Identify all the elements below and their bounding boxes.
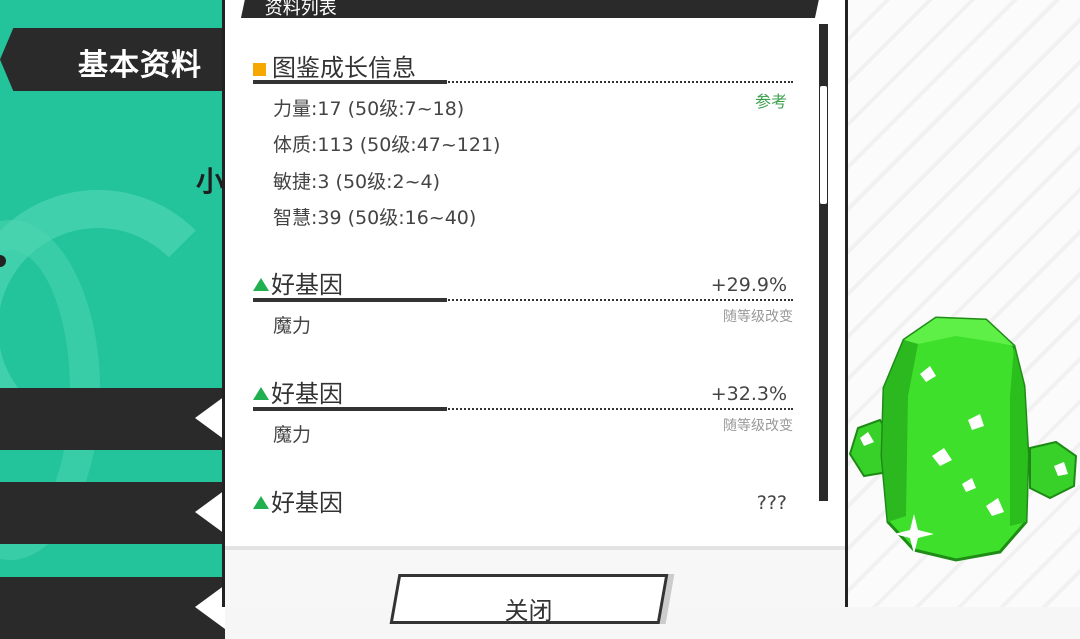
- tab-basic-info[interactable]: 基本资料: [0, 28, 222, 91]
- scrollbar-thumb[interactable]: [820, 86, 827, 204]
- gene-note: 随等级改变: [723, 309, 793, 325]
- sidebar-tab[interactable]: [0, 388, 225, 450]
- gene-label: 好基因: [271, 489, 343, 517]
- gene-value: +29.9%: [710, 274, 787, 296]
- stat-wisdom: 智慧:39 (50级:16~40): [273, 207, 477, 229]
- pointer-arrow-icon: [195, 396, 225, 440]
- gene-title: 好基因: [253, 265, 343, 300]
- close-button-label: 关闭: [504, 597, 553, 625]
- growth-section-title: 图鉴成长信息: [253, 48, 416, 83]
- stat-agility: 敏捷:3 (50级:2~4): [273, 171, 441, 193]
- gene-note: 随等级改变: [723, 418, 793, 434]
- info-panel: 资料列表 图鉴成长信息 参考 力量:17 (50级:7~18) 体质:113 (…: [222, 0, 848, 607]
- up-arrow-icon: [253, 278, 269, 291]
- pointer-arrow-icon: [195, 490, 225, 534]
- gene-label: 好基因: [271, 380, 343, 408]
- panel-header: 资料列表: [240, 0, 824, 19]
- cactus-character-image: [848, 316, 1078, 562]
- up-arrow-icon: [253, 387, 269, 400]
- stat-constitution: 体质:113 (50级:47~121): [273, 134, 501, 156]
- stat-strength: 力量:17 (50级:7~18): [273, 98, 465, 120]
- sidebar-tab[interactable]: [0, 577, 225, 639]
- section-divider: [253, 298, 793, 302]
- section-divider: [253, 407, 793, 411]
- sidebar-tab[interactable]: [0, 482, 225, 544]
- gene-value: +32.3%: [710, 383, 787, 405]
- gene-title: 好基因: [253, 374, 343, 409]
- section-divider: [253, 80, 793, 84]
- gene-attribute: 魔力: [273, 424, 312, 446]
- close-button[interactable]: 关闭: [389, 574, 669, 625]
- gene-attribute: 魔力: [273, 315, 312, 337]
- gene-value: ???: [756, 492, 787, 514]
- panel-title: 资料列表: [264, 0, 337, 19]
- up-arrow-icon: [253, 496, 269, 509]
- tab-basic-info-label: 基本资料: [78, 48, 202, 83]
- gene-label: 好基因: [271, 271, 343, 299]
- pointer-arrow-icon: [195, 585, 225, 629]
- partial-name-text: 小: [196, 165, 225, 198]
- square-bullet-icon: [253, 63, 266, 76]
- growth-section-label: 图鉴成长信息: [272, 54, 416, 82]
- reference-link[interactable]: 参考: [755, 88, 787, 112]
- gene-title: 好基因: [253, 483, 343, 518]
